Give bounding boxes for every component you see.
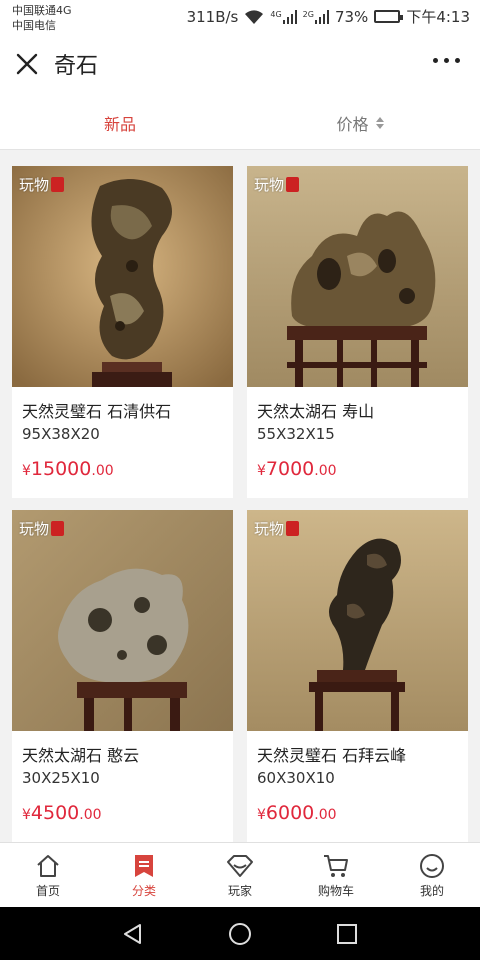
page-title: 奇石 [54, 54, 99, 79]
product-card[interactable]: 玩物 天然太湖石 寿山 55X32X15 ¥7000.00 [247, 166, 468, 498]
battery-percent: 73% [334, 7, 369, 26]
nav-item-home[interactable]: 首页 [0, 843, 96, 907]
product-card[interactable]: 玩物 天然灵璧石 石清供石 95X38X20 ¥15000.00 [12, 166, 233, 498]
nav-item-category[interactable]: 分类 [96, 843, 192, 907]
seal-icon [51, 521, 65, 536]
tab-new-label: 新品 [103, 114, 136, 134]
home-icon [37, 855, 59, 877]
tab-new[interactable]: 新品 [0, 96, 240, 149]
status-bar: 中国联通4G 中国电信 311B/s 4G 2G 73% 下午4:13 [0, 0, 480, 34]
price-decimal: .00 [91, 463, 114, 479]
stone-photo-lingbi [12, 166, 233, 387]
sort-tabs: 新品 价格 [0, 96, 480, 150]
seal-icon [286, 521, 300, 536]
seal-icon [286, 177, 300, 192]
price-currency: ¥ [257, 463, 266, 479]
price-currency: ¥ [257, 807, 266, 823]
brand-watermark: 玩物 [19, 518, 65, 539]
tab-price[interactable]: 价格 [240, 96, 480, 149]
price-integer: 7000 [265, 458, 315, 480]
smiley-icon [420, 854, 444, 878]
price-decimal: .00 [79, 807, 102, 823]
product-price: ¥6000.00 [257, 802, 337, 824]
price-currency: ¥ [22, 807, 31, 823]
price-decimal: .00 [314, 463, 337, 479]
more-dots-icon[interactable] [433, 58, 460, 63]
product-card[interactable]: 玩物 天然灵璧石 石拜云峰 60X30X10 ¥6000.00 [247, 510, 468, 842]
product-image[interactable]: 玩物 [12, 166, 233, 387]
home-circle-icon[interactable] [227, 921, 253, 947]
nav-label-home: 首页 [35, 884, 60, 898]
nav-label-players: 玩家 [227, 884, 252, 898]
recents-square-icon[interactable] [334, 921, 360, 947]
price-integer: 6000 [265, 802, 315, 824]
seal-icon [51, 177, 65, 192]
nav-label-category: 分类 [131, 884, 156, 898]
net-type-2g: 2G [302, 9, 314, 19]
carrier-primary: 中国联通4G [12, 4, 72, 17]
product-card[interactable]: 玩物 天然太湖石 憨云 30X25X10 ¥4500.00 [12, 510, 233, 842]
product-size: 95X38X20 [22, 425, 100, 443]
nav-item-players[interactable]: 玩家 [192, 843, 288, 907]
signal-bars-icon [314, 9, 329, 24]
stone-photo-taihu-hanyun [12, 510, 233, 731]
product-size: 60X30X10 [257, 769, 335, 787]
cart-icon [324, 855, 348, 877]
product-image[interactable]: 玩物 [247, 166, 468, 387]
brand-text: 玩物 [254, 176, 285, 194]
price-integer: 15000 [30, 458, 92, 480]
stone-photo-taihu-shoushan [247, 166, 468, 387]
app-header: 奇石 [0, 34, 480, 96]
category-bookmark-icon [135, 855, 153, 877]
brand-watermark: 玩物 [19, 174, 65, 195]
wifi-icon [245, 9, 264, 24]
brand-watermark: 玩物 [254, 174, 300, 195]
product-name[interactable]: 天然灵璧石 石清供石 [22, 398, 171, 422]
battery-icon [374, 10, 404, 23]
stone-photo-lingbi-baiyun [247, 510, 468, 731]
brand-watermark: 玩物 [254, 518, 300, 539]
product-size: 30X25X10 [22, 769, 100, 787]
carrier-secondary: 中国电信 [12, 19, 56, 32]
net-type-4g: 4G [270, 9, 282, 19]
product-size: 55X32X15 [257, 425, 335, 443]
tab-price-label: 价格 [336, 114, 369, 134]
product-name[interactable]: 天然灵璧石 石拜云峰 [257, 742, 406, 766]
brand-text: 玩物 [254, 520, 285, 538]
clock: 下午4:13 [406, 8, 470, 26]
product-price: ¥15000.00 [22, 458, 114, 480]
status-right: 311B/s 4G 2G 73% 下午4:13 [187, 6, 470, 27]
price-integer: 4500 [30, 802, 80, 824]
price-decimal: .00 [314, 807, 337, 823]
signal-2g: 2G [302, 9, 329, 24]
network-speed: 311B/s [186, 7, 239, 26]
players-diamond-icon [227, 855, 253, 877]
product-name[interactable]: 天然太湖石 憨云 [22, 742, 139, 766]
product-price: ¥7000.00 [257, 458, 337, 480]
bottom-nav: 首页 分类 玩家 购物车 我的 [0, 842, 480, 907]
close-icon[interactable] [14, 51, 40, 77]
brand-text: 玩物 [19, 520, 50, 538]
product-image[interactable]: 玩物 [247, 510, 468, 731]
brand-text: 玩物 [19, 176, 50, 194]
price-currency: ¥ [22, 463, 31, 479]
sort-arrows-icon [375, 116, 384, 129]
nav-item-cart[interactable]: 购物车 [288, 843, 384, 907]
signal-bars-icon [282, 9, 297, 24]
system-nav-bar [0, 907, 480, 960]
product-grid: 玩物 天然灵璧石 石清供石 95X38X20 ¥15000.00 玩物 天然太湖… [12, 166, 468, 842]
back-icon[interactable] [120, 921, 146, 947]
nav-label-cart: 购物车 [317, 884, 354, 898]
nav-item-mine[interactable]: 我的 [384, 843, 480, 907]
product-image[interactable]: 玩物 [12, 510, 233, 731]
signal-4g: 4G [270, 9, 297, 24]
nav-label-mine: 我的 [419, 884, 444, 898]
product-name[interactable]: 天然太湖石 寿山 [257, 398, 374, 422]
product-price: ¥4500.00 [22, 802, 102, 824]
